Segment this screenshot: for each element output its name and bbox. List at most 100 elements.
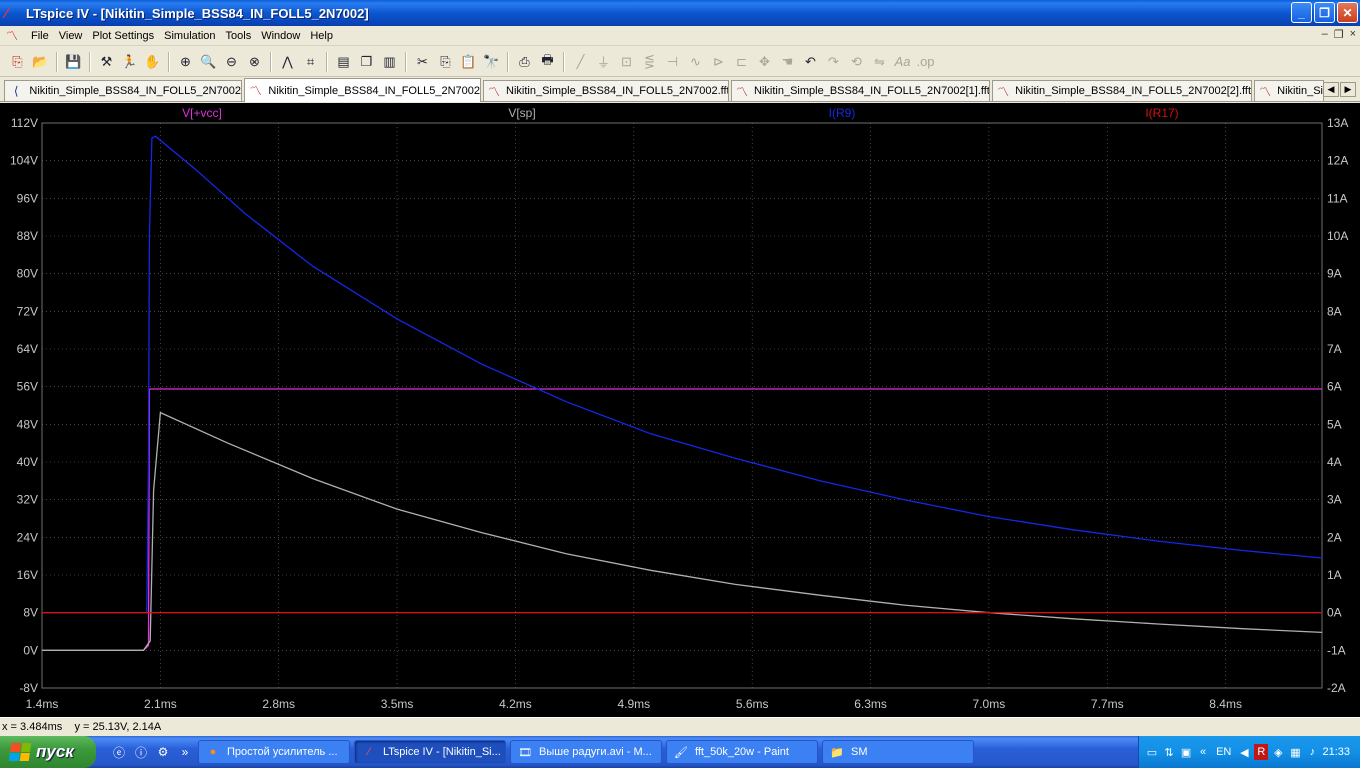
task-firefox[interactable]: ● Простой усилитель ... bbox=[198, 740, 350, 764]
paste-icon[interactable]: 📋 bbox=[458, 51, 480, 73]
y-right-tick-label: 13A bbox=[1327, 116, 1348, 130]
mdi-close-button[interactable]: × bbox=[1350, 28, 1356, 41]
save-icon[interactable]: 💾 bbox=[63, 51, 85, 73]
diode-icon[interactable]: ⊳ bbox=[708, 51, 730, 73]
find-icon[interactable]: 🔭 bbox=[481, 51, 503, 73]
tray-expand-icon[interactable]: « bbox=[1196, 744, 1210, 760]
toolbar-separator bbox=[168, 51, 170, 72]
open-icon[interactable]: 📂 bbox=[30, 51, 52, 73]
mdi-restore-button[interactable]: ❐ bbox=[1334, 28, 1344, 41]
autorange-icon[interactable]: ⋀ bbox=[277, 51, 299, 73]
spice-directive-icon[interactable]: .op bbox=[915, 51, 937, 73]
quicklaunch-more-icon[interactable]: » bbox=[176, 743, 194, 761]
tab-fft-1[interactable]: 〽 Nikitin_Simple_BSS84_IN_FOLL5_2N7002[1… bbox=[731, 80, 990, 101]
tile-vertical-icon[interactable]: ▥ bbox=[379, 51, 401, 73]
resistor-icon[interactable]: ⋚ bbox=[639, 51, 661, 73]
task-label: Выше радуги.avi - M... bbox=[539, 746, 652, 758]
tab-label: Nikitin_Si bbox=[1277, 85, 1323, 97]
y-right-tick-label: 4A bbox=[1327, 455, 1342, 469]
tab-scroll-left-icon[interactable]: ◀ bbox=[1323, 82, 1339, 97]
media-icon[interactable]: ⚙ bbox=[154, 743, 172, 761]
new-schematic-icon[interactable]: ⎘ bbox=[7, 51, 29, 73]
pick-trace-icon[interactable]: ⌗ bbox=[300, 51, 322, 73]
cascade-icon[interactable]: ❐ bbox=[356, 51, 378, 73]
print-preview-icon[interactable]: ⎙ bbox=[514, 51, 536, 73]
waveform-chart[interactable]: 112V 13A 104V 12A 96V 11A 88V 10A 80V 9A 72V 8A 64V 7… bbox=[0, 103, 1360, 717]
tab-fft-2[interactable]: 〽 Nikitin_Simple_BSS84_IN_FOLL5_2N7002[2… bbox=[992, 80, 1252, 101]
rotate-icon[interactable]: ⟲ bbox=[846, 51, 868, 73]
tab-fft[interactable]: 〽 Nikitin_Simple_BSS84_IN_FOLL5_2N7002.f… bbox=[483, 80, 729, 101]
tile-horizontal-icon[interactable]: ▤ bbox=[333, 51, 355, 73]
y-right-tick-label: 5A bbox=[1327, 417, 1342, 431]
task-folder[interactable]: 📁 SM bbox=[822, 740, 974, 764]
info-icon[interactable]: ⓘ bbox=[132, 743, 150, 761]
toolbar-separator bbox=[89, 51, 91, 72]
close-button[interactable]: ✕ bbox=[1337, 2, 1358, 23]
language-indicator[interactable]: EN bbox=[1216, 746, 1231, 758]
folder-icon: 📁 bbox=[830, 746, 844, 759]
run-icon[interactable]: 🏃 bbox=[119, 51, 141, 73]
label-net-icon[interactable]: ⊡ bbox=[616, 51, 638, 73]
y-right-tick-label: 11A bbox=[1327, 191, 1347, 205]
document-menu-icon[interactable]: 〽 bbox=[6, 29, 22, 43]
antivirus-icon[interactable]: R bbox=[1254, 744, 1269, 760]
menu-simulation[interactable]: Simulation bbox=[159, 30, 220, 42]
y-left-tick-label: 0V bbox=[23, 643, 38, 657]
network-icon[interactable]: ⇅ bbox=[1162, 744, 1176, 760]
cut-icon[interactable]: ✂ bbox=[412, 51, 434, 73]
wire-icon[interactable]: ╱ bbox=[570, 51, 592, 73]
tab-waveform-active[interactable]: 〽 Nikitin_Simple_BSS84_IN_FOLL5_2N7002 bbox=[244, 78, 481, 102]
component-icon[interactable]: ⊏ bbox=[731, 51, 753, 73]
menu-tools[interactable]: Tools bbox=[221, 30, 257, 42]
y-right-tick-label: 12A bbox=[1327, 154, 1348, 168]
menu-plot-settings[interactable]: Plot Settings bbox=[87, 30, 159, 42]
ground-icon[interactable]: ⏚ bbox=[593, 51, 615, 73]
task-media[interactable]: 🎞 Выше радуги.avi - M... bbox=[510, 740, 662, 764]
menu-file[interactable]: File bbox=[26, 30, 54, 42]
ltspice-app-icon[interactable]: ⁄ bbox=[5, 5, 21, 21]
menu-help[interactable]: Help bbox=[305, 30, 338, 42]
arrow-icon[interactable]: ◀ bbox=[1237, 744, 1251, 760]
monitor-icon[interactable]: ▣ bbox=[1179, 744, 1193, 760]
control-panel-icon[interactable]: ⚒ bbox=[96, 51, 118, 73]
menu-window[interactable]: Window bbox=[256, 30, 305, 42]
app-tray-icon[interactable]: ▦ bbox=[1288, 744, 1302, 760]
undo-icon[interactable]: ↶ bbox=[800, 51, 822, 73]
tab-scroll-right-icon[interactable]: ▶ bbox=[1340, 82, 1356, 97]
mirror-icon[interactable]: ⇋ bbox=[869, 51, 891, 73]
film-icon: 🎞 bbox=[518, 746, 532, 759]
desktop-icon[interactable]: ▭ bbox=[1145, 744, 1159, 760]
minimize-button[interactable]: _ bbox=[1291, 2, 1312, 23]
move-icon[interactable]: ✥ bbox=[754, 51, 776, 73]
zoom-fit-icon[interactable]: ⊗ bbox=[244, 51, 266, 73]
y-right-tick-label: 8A bbox=[1327, 304, 1342, 318]
pan-icon[interactable]: 🔍 bbox=[198, 51, 220, 73]
zoom-in-icon[interactable]: ⊕ bbox=[175, 51, 197, 73]
x-tick-label: 4.9ms bbox=[617, 697, 650, 711]
redo-icon[interactable]: ↷ bbox=[823, 51, 845, 73]
y-left-tick-label: 112V bbox=[11, 116, 38, 130]
volume-icon[interactable]: ♪ bbox=[1305, 744, 1319, 760]
menu-view[interactable]: View bbox=[54, 30, 88, 42]
waveform-plot[interactable]: 112V 13A 104V 12A 96V 11A 88V 10A 80V 9A 72V 8A 64V 7… bbox=[0, 103, 1360, 717]
print-icon[interactable]: 🖶 bbox=[537, 51, 559, 73]
inductor-icon[interactable]: ∿ bbox=[685, 51, 707, 73]
start-button[interactable]: пуск bbox=[0, 736, 96, 768]
y-right-tick-label: 2A bbox=[1327, 530, 1342, 544]
x-tick-label: 4.2ms bbox=[499, 697, 532, 711]
zoom-out-icon[interactable]: ⊖ bbox=[221, 51, 243, 73]
drag-icon[interactable]: ☚ bbox=[777, 51, 799, 73]
shield-icon[interactable]: ◈ bbox=[1271, 744, 1285, 760]
ie-icon[interactable]: ⓔ bbox=[110, 743, 128, 761]
maximize-button[interactable]: ❐ bbox=[1314, 2, 1335, 23]
halt-icon[interactable]: ✋ bbox=[142, 51, 164, 73]
y-left-tick-label: 56V bbox=[17, 380, 38, 394]
copy-icon[interactable]: ⎘ bbox=[435, 51, 457, 73]
capacitor-icon[interactable]: ⊣ bbox=[662, 51, 684, 73]
tab-truncated[interactable]: 〽 Nikitin_Si bbox=[1254, 80, 1324, 101]
mdi-minimize-button[interactable]: – bbox=[1322, 28, 1328, 41]
task-ltspice[interactable]: ⁄ LTspice IV - [Nikitin_Si... bbox=[354, 740, 506, 764]
tab-schematic[interactable]: ⟨ Nikitin_Simple_BSS84_IN_FOLL5_2N7002 bbox=[4, 80, 242, 101]
text-icon[interactable]: Aa bbox=[892, 51, 914, 73]
task-paint[interactable]: 🖌 fft_50k_20w - Paint bbox=[666, 740, 818, 764]
